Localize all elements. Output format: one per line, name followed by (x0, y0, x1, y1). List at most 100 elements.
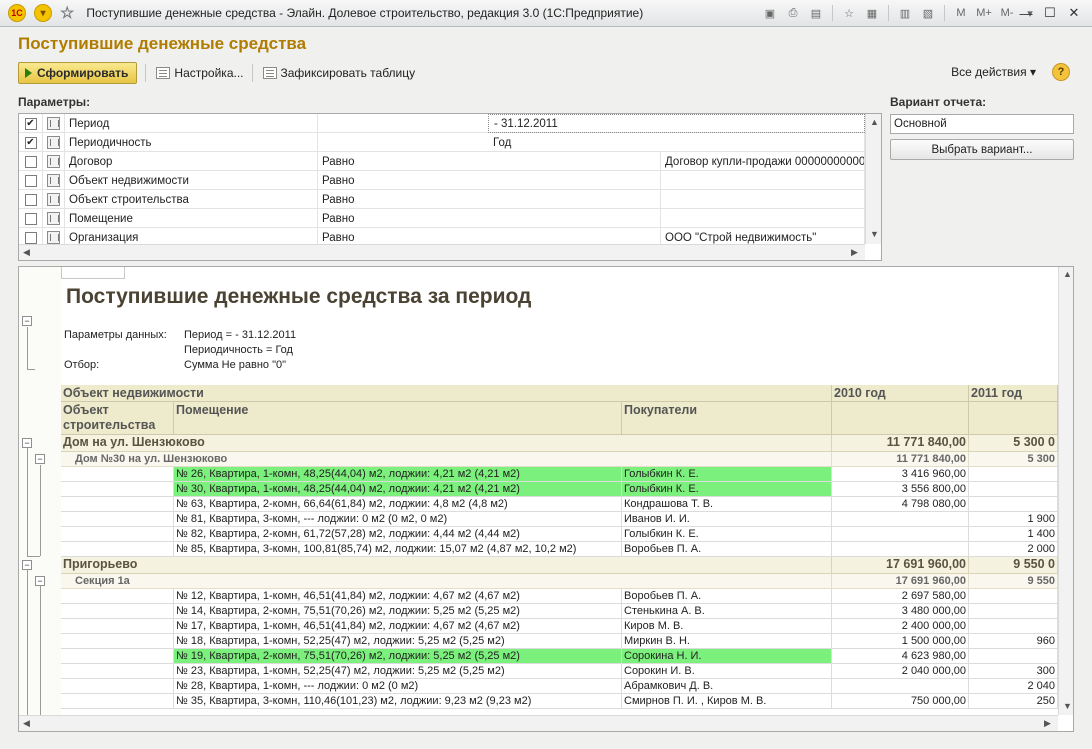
param-condition[interactable]: Год (488, 133, 865, 152)
premises-cell: № 63, Квартира, 2-комн, 66,64(61,84) м2,… (174, 497, 622, 512)
param-name: Период (65, 114, 318, 133)
scroll-down-icon[interactable]: ▼ (1063, 701, 1072, 711)
report-area: Поступившие денежные средства за период … (18, 266, 1074, 732)
memory-button[interactable]: M (951, 4, 971, 22)
param-condition[interactable]: Равно (318, 209, 661, 228)
table-icon (262, 67, 277, 79)
building-cell (61, 589, 174, 604)
param-row[interactable]: Помещение Равно (19, 209, 865, 228)
premises-cell: № 28, Квартира, 1-комн, --- лоджии: 0 м2… (174, 679, 622, 694)
header-buyers: Покупатели (622, 402, 832, 435)
collapse-group-icon[interactable]: − (35, 454, 45, 464)
param-value[interactable] (661, 171, 865, 190)
param-row[interactable]: Объект строительства Равно (19, 190, 865, 209)
scroll-left-icon[interactable]: ◀ (23, 718, 30, 729)
param-value[interactable]: Договор купли-продажи 000000000000 (661, 152, 865, 171)
header-2011-blank (969, 402, 1058, 435)
header-premises: Помещение (174, 402, 622, 435)
collapse-group-icon[interactable]: − (35, 576, 45, 586)
param-row[interactable]: Договор Равно Договор купли-продажи 000000… (19, 152, 865, 171)
param-checkbox[interactable] (24, 155, 37, 168)
param-checkbox[interactable] (24, 212, 37, 225)
param-condition[interactable]: Равно (318, 152, 661, 171)
generate-button[interactable]: Сформировать (18, 62, 138, 84)
minimize-icon[interactable]: — (1016, 4, 1036, 22)
collapse-group-icon[interactable]: − (22, 438, 32, 448)
maximize-icon[interactable]: ☐ (1040, 4, 1060, 22)
settings-button[interactable]: Настройка... (156, 62, 244, 84)
object-name: Пригорьево (61, 557, 832, 574)
memory-plus-button[interactable]: M+ (974, 4, 994, 22)
param-icon-cell (43, 171, 65, 190)
report-horizontal-scrollbar[interactable]: ◀ ▶ (19, 715, 1058, 731)
object-name: Дом на ул. Шензюково (61, 435, 832, 452)
data-param-periodicity: Периодичность = Год (184, 344, 293, 356)
collapse-header-icon[interactable]: − (22, 316, 32, 326)
buyer-cell: Абрамкович Д. В. (622, 679, 832, 694)
param-icon-cell (43, 133, 65, 152)
param-checkbox[interactable] (24, 193, 37, 206)
param-icon-cell (43, 114, 65, 133)
value-2010: 4 798 080,00 (832, 497, 969, 512)
choose-variant-button[interactable]: Выбрать вариант... (890, 139, 1074, 160)
param-condition[interactable]: - 31.12.2011 (488, 114, 865, 133)
premises-cell: № 12, Квартира, 1-комн, 46,51(41,84) м2,… (174, 589, 622, 604)
param-row[interactable]: Объект недвижимости Равно (19, 171, 865, 190)
params-grid: ✔ Период - 31.12.2011 ✔ Периодичность Год Дого… (18, 113, 882, 261)
scroll-left-icon[interactable]: ◀ (23, 247, 30, 258)
value-2011: 5 300 0 (969, 435, 1058, 452)
buyer-cell: Смирнов П. И. , Киров М. В. (622, 694, 832, 709)
help-icon[interactable]: ? (1052, 63, 1070, 81)
value-2010: 2 040 000,00 (832, 664, 969, 679)
all-actions-label: Все действия (951, 65, 1027, 79)
report-vertical-scrollbar[interactable]: ▲ ▼ (1058, 267, 1073, 715)
scroll-down-icon[interactable]: ▼ (870, 229, 879, 239)
building-cell (61, 679, 174, 694)
params-horizontal-scrollbar[interactable]: ◀ ▶ (19, 244, 865, 260)
buyer-cell: Голыбкин К. Е. (622, 527, 832, 542)
scroll-right-icon[interactable]: ▶ (851, 247, 858, 258)
premises-cell: № 35, Квартира, 3-комн, 110,46(101,23) м… (174, 694, 622, 709)
print-icon[interactable]: ⎙ (783, 4, 803, 22)
preview-icon[interactable]: ▤ (806, 4, 826, 22)
buyer-cell: Сорокина Н. И. (622, 649, 832, 664)
param-value[interactable] (661, 190, 865, 209)
value-2010: 2 697 580,00 (832, 589, 969, 604)
param-row[interactable]: ✔ Периодичность Год (19, 133, 865, 152)
fix-table-button[interactable]: Зафиксировать таблицу (262, 62, 415, 84)
param-checkbox[interactable]: ✔ (24, 117, 37, 130)
param-condition[interactable]: Равно (318, 190, 661, 209)
add-favorite-icon[interactable]: ☆ (839, 4, 859, 22)
param-value[interactable] (661, 209, 865, 228)
memory-minus-button[interactable]: M- (997, 4, 1017, 22)
value-2011 (969, 497, 1058, 512)
value-2010: 750 000,00 (832, 694, 969, 709)
close-icon[interactable]: ✕ (1064, 4, 1084, 22)
tree-line (40, 465, 41, 556)
tree-line (27, 448, 28, 556)
params-vertical-scrollbar[interactable]: ▲ ▼ (865, 114, 881, 244)
save-icon[interactable]: ▣ (760, 4, 780, 22)
app-logo-icon[interactable]: 1С (8, 4, 26, 22)
param-checkbox[interactable] (24, 231, 37, 244)
param-checkbox[interactable] (24, 174, 37, 187)
param-name: Договор (65, 152, 318, 171)
scroll-up-icon[interactable]: ▲ (1063, 269, 1072, 279)
main-menu-icon[interactable]: ▾ (34, 4, 52, 22)
scroll-up-icon[interactable]: ▲ (870, 117, 879, 127)
building-cell (61, 604, 174, 619)
parameter-icon (47, 136, 60, 149)
building-cell (61, 542, 174, 557)
param-row[interactable]: ✔ Период - 31.12.2011 (19, 114, 865, 133)
favorites-star-icon[interactable]: ☆ (60, 3, 74, 23)
building-cell (61, 694, 174, 709)
value-2010: 17 691 960,00 (832, 557, 969, 574)
all-actions-menu[interactable]: Все действия ▾ (951, 65, 1036, 79)
param-condition[interactable]: Равно (318, 171, 661, 190)
calculator-icon[interactable]: ▥ (895, 4, 915, 22)
param-checkbox[interactable]: ✔ (24, 136, 37, 149)
scroll-right-icon[interactable]: ▶ (1044, 718, 1051, 729)
calendar-icon[interactable]: ▧ (918, 4, 938, 22)
variant-field[interactable]: Основной (890, 114, 1074, 134)
link-icon[interactable]: ▦ (862, 4, 882, 22)
